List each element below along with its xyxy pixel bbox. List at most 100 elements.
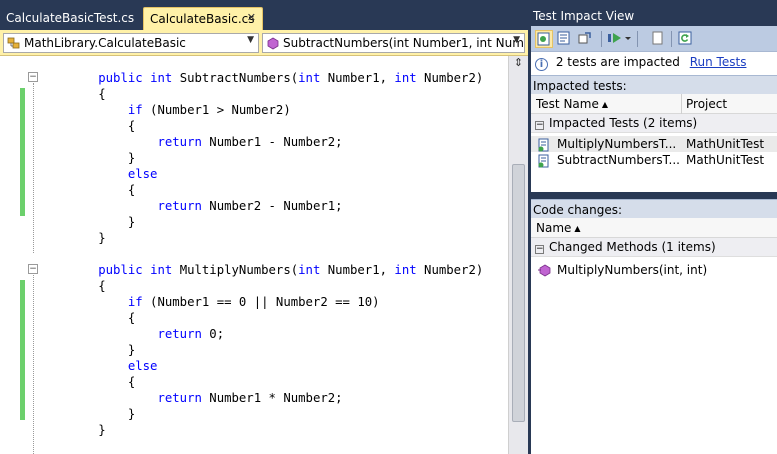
- chevron-down-icon: ▼: [513, 35, 520, 45]
- code-changes-column-header: Name ▲: [531, 218, 777, 238]
- changed-methods-group[interactable]: − Changed Methods (1 items): [531, 238, 777, 257]
- indicator-margin: [0, 56, 16, 454]
- column-test-name[interactable]: Test Name ▲: [536, 97, 608, 111]
- info-icon: i: [535, 58, 548, 71]
- code-line: {: [39, 119, 136, 133]
- class-icon: [7, 37, 20, 49]
- collapse-region-icon[interactable]: −: [28, 264, 38, 274]
- code-line: return Number1 - Number2;: [157, 135, 343, 149]
- column-divider[interactable]: [681, 94, 682, 114]
- sort-ascending-icon: ▲: [601, 100, 609, 109]
- code-line: {: [39, 87, 106, 101]
- code-line: {: [39, 183, 136, 197]
- test-project: MathUnitTest: [686, 137, 765, 151]
- impacted-tests-header: Impacted tests:: [531, 75, 777, 94]
- show-call-hierarchy-button[interactable]: [577, 30, 595, 48]
- outline-guide: [33, 83, 34, 253]
- code-text: public int SubtractNumbers(int Number1, …: [39, 70, 483, 438]
- vertical-scrollbar[interactable]: ⇕: [508, 56, 528, 454]
- test-name: SubtractNumbersT...: [557, 153, 680, 167]
- collapse-group-icon[interactable]: −: [535, 245, 544, 254]
- navigation-bar: MathLibrary.CalculateBasic ▼ SubtractNum…: [0, 30, 528, 56]
- refresh-button[interactable]: [677, 30, 695, 48]
- code-line: {: [39, 311, 136, 325]
- code-line: }: [39, 423, 106, 437]
- toolbar-separator: [671, 31, 672, 47]
- impacted-test-row[interactable]: MultiplyNumbersT... MathUnitTest: [531, 136, 777, 152]
- test-icon: [538, 138, 549, 152]
- column-label: Name: [536, 221, 572, 235]
- show-code-changes-button[interactable]: [556, 30, 574, 48]
- group-label: Changed Methods (1 items): [549, 240, 716, 254]
- tab-label: CalculateBasic.cs: [150, 12, 255, 26]
- code-line: public int MultiplyNumbers(int Number1, …: [98, 263, 484, 277]
- tab-calculate-basic[interactable]: CalculateBasic.cs ✕: [143, 7, 263, 30]
- test-impact-view-panel: Test Impact View i 2 tests are impacted …: [531, 6, 777, 454]
- code-line: if (Number1 > Number2): [127, 103, 291, 117]
- code-line: }: [39, 215, 136, 229]
- class-dropdown-value: MathLibrary.CalculateBasic: [24, 36, 186, 50]
- show-impacted-tests-button[interactable]: [535, 30, 553, 48]
- close-tab-icon[interactable]: ✕: [247, 11, 256, 24]
- member-dropdown-value: SubtractNumbers(int Number1, int Numb: [283, 36, 525, 50]
- refresh-icon: [678, 31, 692, 45]
- code-line: public int SubtractNumbers(int Number1, …: [98, 71, 484, 85]
- toolbar-separator: [637, 31, 638, 47]
- code-editor[interactable]: − − public int SubtractNumbers(int Numbe…: [0, 56, 508, 454]
- column-name[interactable]: Name ▲: [536, 221, 581, 235]
- run-tests-button[interactable]: [607, 30, 633, 48]
- code-line: {: [39, 279, 106, 293]
- run-tests-link[interactable]: Run Tests: [690, 55, 747, 69]
- show-impacted-tests-icon: [537, 32, 550, 46]
- code-line: {: [39, 375, 136, 389]
- panel-title: Test Impact View: [531, 6, 777, 26]
- column-project[interactable]: Project: [686, 97, 727, 111]
- code-line: else: [127, 359, 158, 373]
- chevron-down-icon: ▼: [247, 35, 254, 45]
- method-name: MultiplyNumbers(int, int): [557, 263, 708, 277]
- code-line: }: [39, 343, 136, 357]
- column-label: Test Name: [536, 97, 599, 111]
- code-line: }: [39, 231, 106, 245]
- test-project: MathUnitTest: [686, 153, 765, 167]
- split-window-icon[interactable]: ⇕: [511, 56, 526, 70]
- copy-icon: [652, 31, 663, 45]
- code-line: }: [39, 407, 136, 421]
- changed-lines-marker: [20, 280, 25, 420]
- class-dropdown[interactable]: MathLibrary.CalculateBasic ▼: [3, 33, 259, 53]
- test-name: MultiplyNumbersT...: [557, 137, 677, 151]
- impact-info-bar: i 2 tests are impacted Run Tests: [531, 53, 777, 74]
- show-code-changes-icon: [557, 31, 570, 45]
- changed-method-row[interactable]: MultiplyNumbers(int, int): [531, 261, 777, 279]
- outline-guide: [33, 275, 34, 454]
- method-icon: [538, 264, 551, 277]
- collapse-region-icon[interactable]: −: [28, 72, 38, 82]
- show-call-hierarchy-icon: [578, 32, 591, 44]
- sort-ascending-icon: ▲: [574, 224, 581, 233]
- group-label: Impacted Tests (2 items): [549, 116, 698, 130]
- panel-toolbar: [531, 26, 777, 52]
- code-changes-header: Code changes:: [531, 199, 777, 218]
- impacted-test-row[interactable]: SubtractNumbersT... MathUnitTest: [531, 152, 777, 168]
- code-line: return 0;: [157, 327, 225, 341]
- run-tests-icon: [608, 33, 631, 43]
- copy-button[interactable]: [649, 30, 667, 48]
- document-tab-strip: CalculateBasicTest.cs CalculateBasic.cs …: [0, 0, 528, 30]
- code-line: }: [39, 151, 136, 165]
- member-dropdown[interactable]: SubtractNumbers(int Number1, int Numb ▼: [262, 33, 525, 53]
- panel-splitter[interactable]: [531, 192, 777, 199]
- code-line: return Number1 * Number2;: [157, 391, 343, 405]
- method-icon: [267, 37, 279, 50]
- scrollbar-thumb[interactable]: [512, 164, 525, 422]
- collapse-group-icon[interactable]: −: [535, 121, 544, 130]
- code-line: else: [127, 167, 158, 181]
- changed-lines-marker: [20, 88, 25, 216]
- code-line: if (Number1 == 0 || Number2 == 10): [127, 295, 380, 309]
- tab-calculate-basic-test[interactable]: CalculateBasicTest.cs: [0, 7, 140, 30]
- code-line: return Number2 - Number1;: [157, 199, 343, 213]
- impacted-tests-group[interactable]: − Impacted Tests (2 items): [531, 114, 777, 133]
- impacted-tests-column-header: Test Name ▲ Project: [531, 94, 777, 114]
- impact-message: 2 tests are impacted: [555, 55, 680, 69]
- tab-label: CalculateBasicTest.cs: [6, 11, 135, 25]
